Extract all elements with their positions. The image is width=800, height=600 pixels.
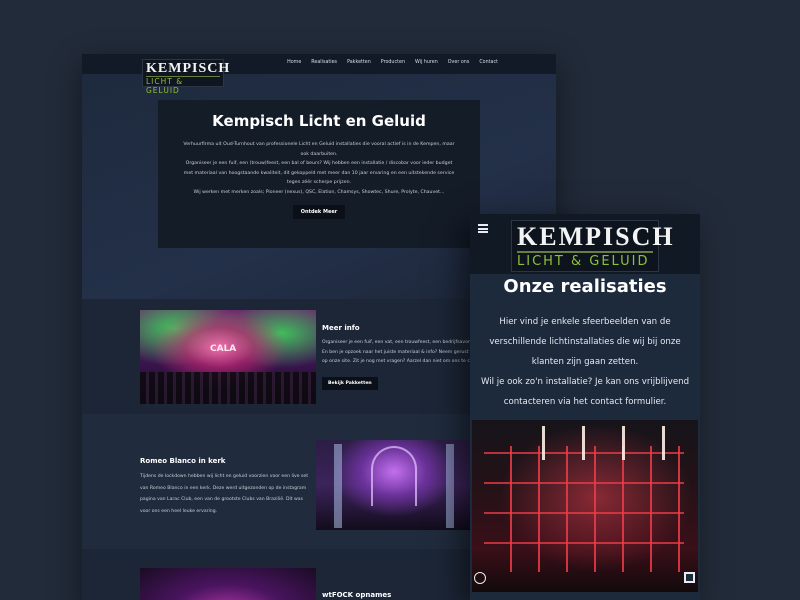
section-title-meer-info: Meer info <box>322 324 360 332</box>
hero-title: Kempisch Licht en Geluid <box>212 112 426 130</box>
hero-paragraph: tegen zéér scherpe prijzen. <box>286 180 352 185</box>
section-paragraph: Organiseer je een fuif, een vat, een tro… <box>322 340 472 345</box>
desktop-main-menu: Home Realisaties Pakketten Producten Wij… <box>287 60 498 65</box>
hero-paragraph: Verhuurfirma uit Oud-Turnhout van profes… <box>183 142 455 147</box>
mobile-mockup: KEMPISCH LICHT & GELUID Onze realisaties… <box>470 214 700 600</box>
hero-card: Kempisch Licht en Geluid Verhuurfirma ui… <box>158 100 480 248</box>
hamburger-icon[interactable] <box>478 224 488 233</box>
discover-more-button[interactable]: Ontdek Meer <box>292 205 346 219</box>
section-paragraph: pagina van Larac Club, een van de groots… <box>140 497 304 502</box>
desktop-logo[interactable]: KEMPISCH LICHT & GELUID <box>142 59 231 95</box>
hero-paragraph: Wij werken met merken zoals; Pioneer (ne… <box>193 189 445 195</box>
section-title-romeo-blanco: Romeo Blanco in kerk <box>140 457 226 465</box>
mobile-paragraph: klanten zijn gaan zetten. <box>531 357 639 367</box>
mobile-paragraph: Wil je ook zo'n installatie? Je kan ons … <box>480 377 690 387</box>
mobile-logo[interactable]: KEMPISCH LICHT & GELUID <box>511 220 675 272</box>
nav-item-realisaties[interactable]: Realisaties <box>311 60 337 65</box>
scaffolding-structure <box>484 446 684 572</box>
section-paragraph: Tijdens de lockdown hebben wij licht en … <box>140 474 309 479</box>
nav-item-wij-huren[interactable]: Wij huren <box>415 60 438 65</box>
nav-item-pakketten[interactable]: Pakketten <box>347 60 371 65</box>
light-tube <box>542 426 545 460</box>
section-text-meer-info: Organiseer je een fuif, een vat, een tro… <box>322 338 472 367</box>
stage-logo-text: CALA <box>210 344 237 354</box>
expand-icon[interactable] <box>684 572 695 583</box>
hero-paragraph: ook daarbuiten. <box>300 151 338 157</box>
mobile-paragraph: verschillende lichtinstallaties die wij … <box>489 337 681 347</box>
logo-title: KEMPISCH <box>146 61 231 76</box>
church-stage-image <box>316 440 472 530</box>
mobile-paragraph: contacteren via het contact formulier. <box>503 397 667 407</box>
section-text-romeo-blanco: Tijdens de lockdown hebben wij licht en … <box>140 471 316 517</box>
logo-title: KEMPISCH <box>517 222 675 251</box>
mobile-paragraph: Hier vind je enkele sfeerbeelden van de <box>499 317 671 327</box>
section-paragraph: En ben je opzoek naar het juiste materia… <box>322 349 472 355</box>
hero-paragraph: Organiseer je een fuif, een (trouw)feest… <box>185 161 453 166</box>
view-packages-button[interactable]: Bekijk Pakketten <box>322 377 378 390</box>
logo-subtitle: LICHT & GELUID <box>517 251 653 270</box>
wtfock-image <box>140 568 316 600</box>
stage-scaffolding-image <box>472 420 698 592</box>
nav-item-contact[interactable]: Contact <box>479 60 498 65</box>
light-tube <box>622 426 625 460</box>
mobile-page-title: Onze realisaties <box>503 276 667 297</box>
nav-item-producten[interactable]: Producten <box>381 60 405 65</box>
section-title-wtfock: wtFOCK opnames <box>322 591 392 599</box>
logo-subtitle: LICHT & GELUID <box>146 76 220 95</box>
circle-icon[interactable] <box>474 572 486 584</box>
nav-item-home[interactable]: Home <box>287 60 301 65</box>
mobile-description: Hier vind je enkele sfeerbeelden van de … <box>480 312 690 412</box>
hero-description: Verhuurfirma uit Oud-Turnhout van profes… <box>172 140 466 197</box>
church-column <box>334 444 342 528</box>
section-paragraph: van Romeo Blanco in een kerk. Deze werd … <box>140 485 307 491</box>
section-paragraph: voor ons een heel leuke ervaring. <box>140 508 218 514</box>
light-tube <box>662 426 665 460</box>
church-column <box>446 444 454 528</box>
church-arch <box>371 446 417 506</box>
party-crowd-image: CALA <box>140 310 316 404</box>
section-paragraph: op onze site. Zit je nog met vragen? Aar… <box>322 359 472 364</box>
nav-item-over-ons[interactable]: Over ons <box>448 60 470 65</box>
light-tube <box>582 426 585 460</box>
hero-paragraph: met materiaal van hoogstaande kwaliteit,… <box>183 170 455 176</box>
crowd-silhouette <box>140 372 316 404</box>
